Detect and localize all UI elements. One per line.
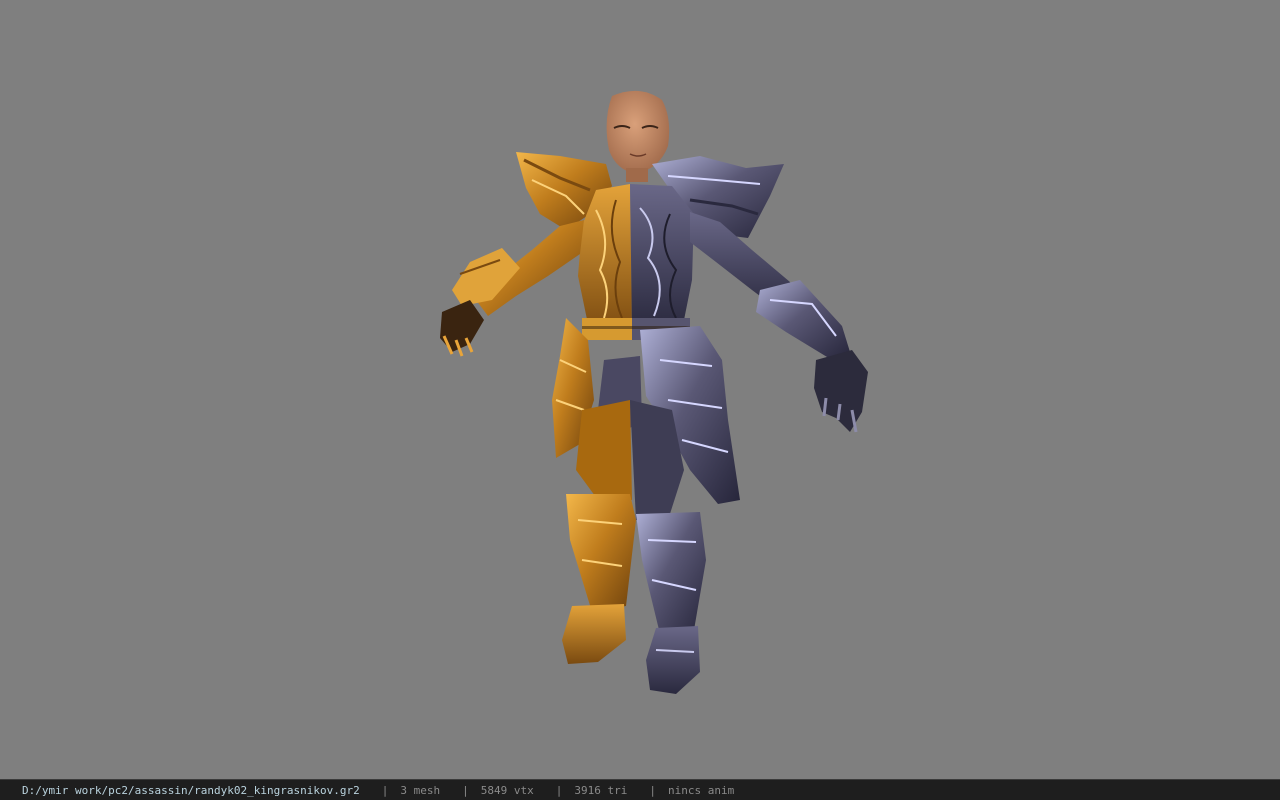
3d-viewport[interactable]	[0, 0, 1280, 779]
vertex-count: 5849 vtx	[480, 783, 534, 797]
animation-status: nincs anim	[667, 783, 735, 797]
status-bar: D:/ymir work/pc2/assassin/randyk02_kingr…	[0, 779, 1280, 800]
separator: |	[649, 783, 656, 797]
triangle-count: 3916 tri	[574, 783, 628, 797]
file-path: D:/ymir work/pc2/assassin/randyk02_kingr…	[22, 783, 360, 797]
separator: |	[381, 783, 389, 797]
model-torso-silver	[630, 184, 694, 330]
separator: |	[555, 783, 563, 797]
character-model[interactable]	[0, 0, 1280, 779]
model-arm-gold	[440, 220, 584, 357]
mesh-count: 3 mesh	[400, 783, 441, 797]
separator: |	[462, 783, 469, 797]
